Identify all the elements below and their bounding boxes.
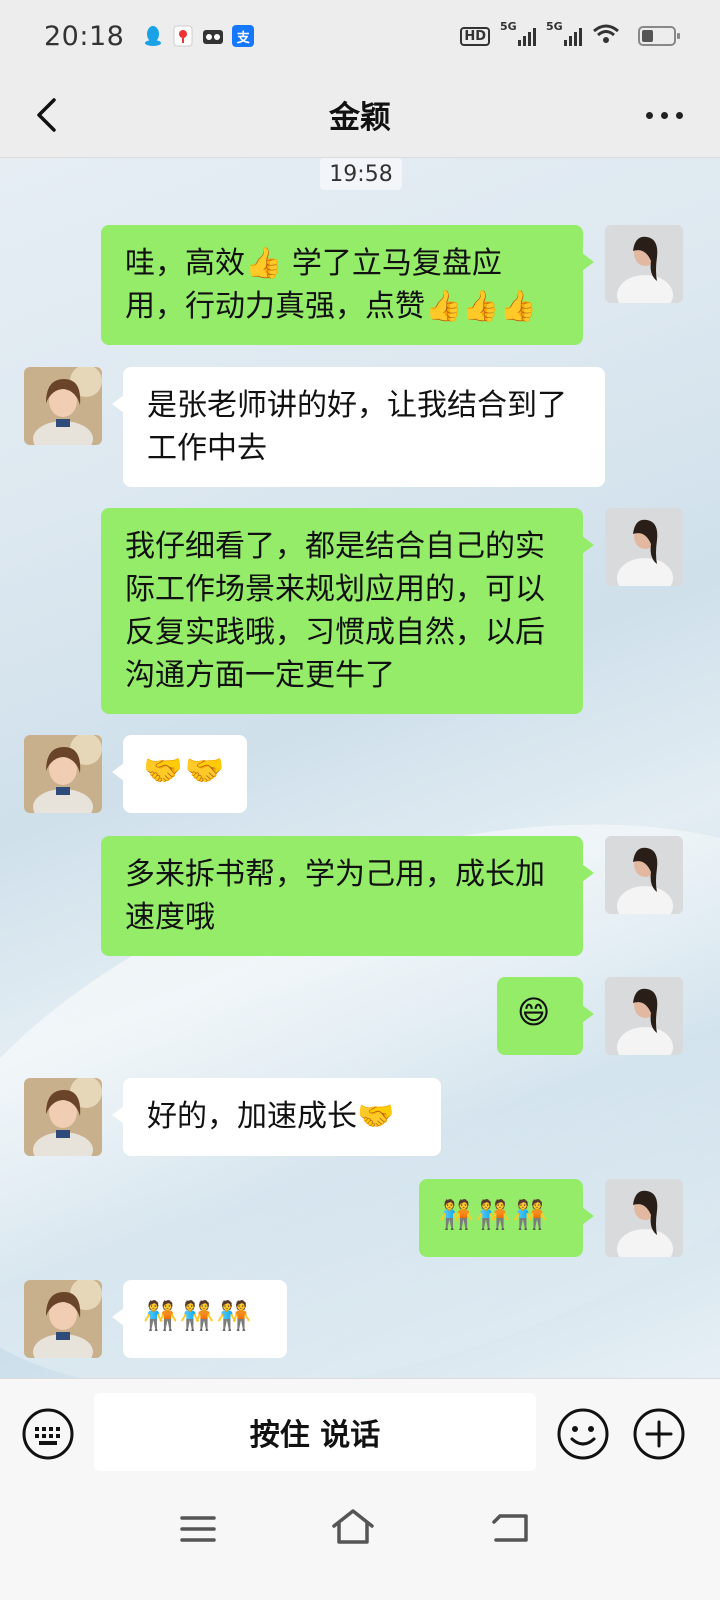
hd-badge: HD	[460, 26, 490, 46]
status-indicators: HD 5G 5G	[460, 20, 680, 49]
more-dot	[676, 111, 683, 119]
message-bubble-sent[interactable]: 多来拆书帮，学为己用，成长加速度哦	[101, 836, 594, 956]
avatar-self[interactable]	[605, 1179, 683, 1257]
system-menu-button[interactable]	[178, 1512, 218, 1546]
message-bubble-sent[interactable]: 我仔细看了，都是结合自己的实际工作场景来规划应用的，可以反复实践哦，习惯成自然，…	[101, 508, 594, 714]
qq-icon	[142, 25, 164, 47]
message-text: 哇，高效👍 学了立马复盘应用，行动力真强，点赞👍👍👍	[125, 246, 538, 324]
message-bubble-sent[interactable]: 🧑‍🤝‍🧑🧑‍🤝‍🧑🧑‍🤝‍🧑	[419, 1179, 594, 1257]
wifi-icon	[592, 23, 620, 49]
message-bubble-sent[interactable]: 😄	[497, 977, 594, 1055]
avatar-self[interactable]	[605, 225, 683, 303]
plus-icon	[633, 1408, 685, 1460]
signal-2-label: 5G	[546, 20, 563, 33]
message-text: 好的，加速成长🤝	[147, 1099, 395, 1134]
message-text: 是张老师讲的好，让我结合到了工作中去	[147, 388, 567, 466]
avatar-self[interactable]	[605, 836, 683, 914]
system-back-button[interactable]	[490, 1508, 532, 1548]
chat-messages[interactable]: 19:58 哇，高效👍 学了立马复盘应用，行动力真强，点赞👍👍👍 是张老师讲的好…	[0, 158, 720, 1406]
chat-input-bar: 按住 说话	[0, 1378, 720, 1490]
status-time: 20:18	[44, 20, 125, 52]
avatar-contact[interactable]	[24, 735, 102, 813]
smiley-icon	[557, 1408, 609, 1460]
chat-title: 金颖	[329, 100, 391, 136]
back-button[interactable]	[28, 94, 68, 136]
more-actions-button[interactable]	[632, 1407, 686, 1461]
alipay-icon-glyph: 支	[236, 30, 250, 46]
system-navigation-bar	[0, 1490, 720, 1600]
message-text: 🧑‍🤝‍🧑🧑‍🤝‍🧑🧑‍🤝‍🧑	[439, 1198, 550, 1231]
message-bubble-received[interactable]: 🤝🤝	[112, 735, 247, 813]
message-bubble-received[interactable]: 是张老师讲的好，让我结合到了工作中去	[112, 367, 605, 487]
home-icon	[332, 1509, 374, 1544]
message-bubble-received[interactable]: 好的，加速成长🤝	[112, 1078, 441, 1156]
more-dot	[646, 111, 653, 119]
hold-to-talk-button[interactable]: 按住 说话	[94, 1393, 536, 1471]
avatar-contact[interactable]	[24, 1078, 102, 1156]
more-dot	[661, 111, 668, 119]
chevron-left-icon	[37, 98, 56, 132]
battery-icon	[638, 26, 680, 46]
avatar-contact[interactable]	[24, 367, 102, 445]
signal-2-icon: 5G	[546, 20, 582, 46]
keyboard-icon	[22, 1408, 74, 1460]
emoji-button[interactable]	[556, 1407, 610, 1461]
avatar-self[interactable]	[605, 977, 683, 1055]
map-pin-app-icon	[172, 25, 194, 47]
avatar-self[interactable]	[605, 508, 683, 586]
message-bubble-received[interactable]: 🧑‍🤝‍🧑🧑‍🤝‍🧑🧑‍🤝‍🧑	[112, 1280, 287, 1358]
status-bar: 20:18 支 HD 5G 5G	[0, 0, 720, 72]
message-timestamp: 19:58	[320, 158, 402, 190]
signal-1-label: 5G	[500, 20, 517, 33]
message-text: 🤝🤝	[143, 751, 227, 789]
message-text: 多来拆书帮，学为己用，成长加速度哦	[125, 857, 545, 935]
radio-app-icon	[202, 25, 224, 47]
system-home-button[interactable]	[330, 1506, 376, 1548]
more-options-button[interactable]	[646, 102, 690, 128]
signal-1-icon: 5G	[500, 20, 536, 46]
status-app-icons: 支	[142, 25, 255, 47]
message-bubble-sent[interactable]: 哇，高效👍 学了立马复盘应用，行动力真强，点赞👍👍👍	[101, 225, 594, 345]
back-arrow-icon	[492, 1514, 528, 1542]
alipay-icon: 支	[232, 25, 255, 47]
avatar-contact[interactable]	[24, 1280, 102, 1358]
menu-icon	[180, 1516, 216, 1542]
battery-fill	[642, 30, 653, 42]
message-text: 😄	[517, 993, 553, 1031]
chat-header: 金颖	[0, 72, 720, 158]
message-text: 我仔细看了，都是结合自己的实际工作场景来规划应用的，可以反复实践哦，习惯成自然，…	[125, 529, 545, 693]
keyboard-toggle-button[interactable]	[21, 1407, 75, 1461]
chat-background	[0, 715, 720, 1406]
message-text: 🧑‍🤝‍🧑🧑‍🤝‍🧑🧑‍🤝‍🧑	[143, 1299, 254, 1332]
